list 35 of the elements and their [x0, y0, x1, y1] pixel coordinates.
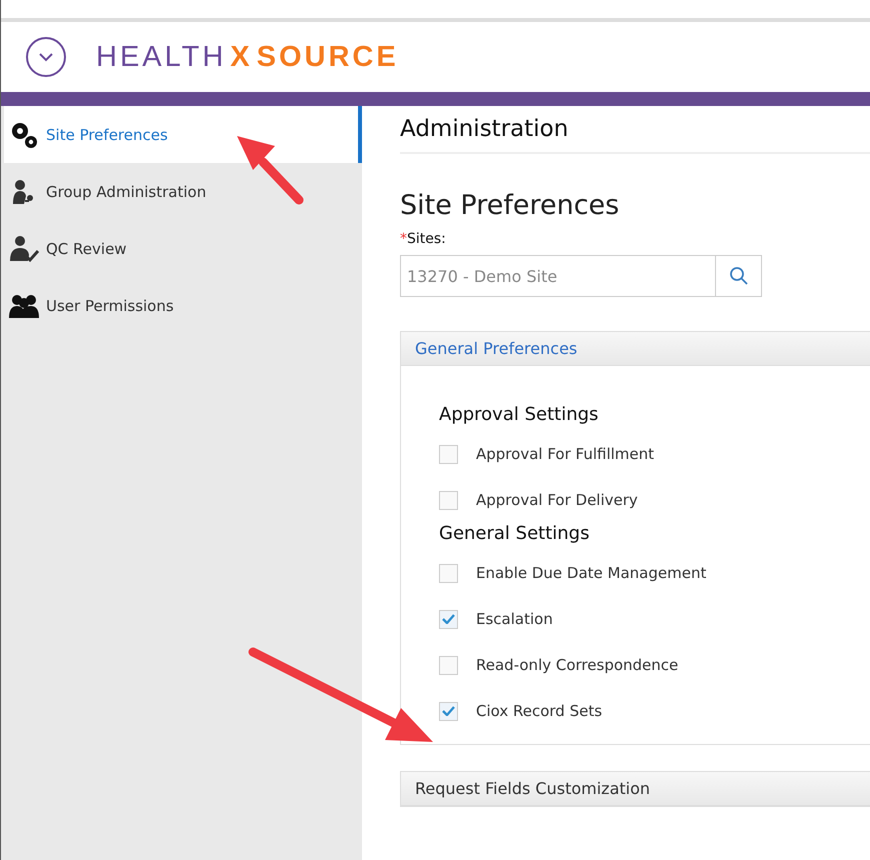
checkbox[interactable]: [439, 656, 458, 674]
option-label: Approval For Delivery: [476, 491, 638, 509]
arrow-annotation: [237, 136, 304, 204]
search-button[interactable]: [716, 255, 762, 297]
sites-field[interactable]: 13270 - Demo Site: [400, 255, 716, 297]
option-label: Read-only Correspondence: [476, 656, 678, 674]
sites-label: *Sites:: [400, 231, 447, 247]
user-check-icon: [8, 234, 40, 262]
logo-text: HEALTH: [96, 40, 226, 74]
sidebar-item[interactable]: User Permissions: [4, 277, 362, 334]
panel-header[interactable]: Request Fields Customization: [401, 772, 870, 806]
sidebar-item[interactable]: QC Review: [4, 220, 362, 277]
sidebar-item[interactable]: Site Preferences: [4, 106, 362, 163]
option-label: Enable Due Date Management: [476, 564, 706, 582]
chevron-down-icon: [38, 52, 54, 62]
check-icon: [442, 706, 455, 716]
page-title: Administration: [400, 106, 870, 154]
checkbox[interactable]: [439, 490, 458, 510]
panel-header[interactable]: General Preferences: [401, 332, 870, 366]
logo-mark: X: [230, 40, 253, 74]
checkbox[interactable]: [439, 444, 458, 464]
search-icon: [728, 266, 748, 286]
option-label: Approval For Fulfillment: [476, 445, 654, 463]
menu-button[interactable]: [26, 37, 66, 77]
option-label: Escalation: [476, 610, 553, 628]
checkbox[interactable]: [439, 564, 458, 582]
group-heading: General Settings: [439, 523, 590, 544]
group-heading: Approval Settings: [439, 404, 600, 425]
checkbox[interactable]: [439, 702, 458, 720]
checkbox[interactable]: [439, 610, 458, 628]
logo-text: SOURCE: [256, 40, 399, 74]
check-icon: [442, 614, 455, 624]
section-heading: Site Preferences: [400, 190, 620, 221]
option-label: Ciox Record Sets: [476, 702, 602, 720]
sidebar-item[interactable]: Group Administration: [4, 163, 362, 220]
